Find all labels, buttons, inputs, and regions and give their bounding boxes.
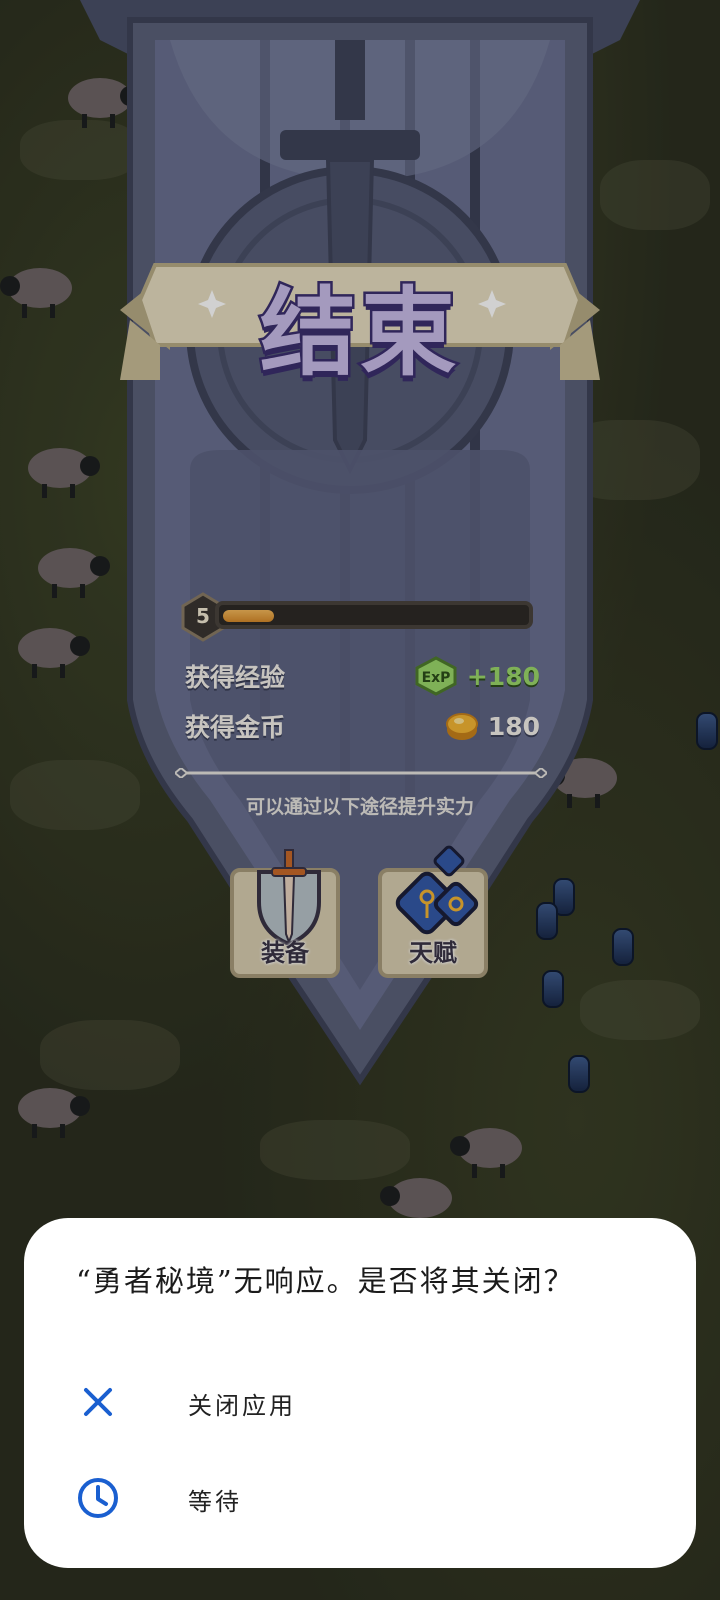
close-icon — [84, 1388, 112, 1416]
clock-icon — [78, 1478, 118, 1518]
close-app-label: 关闭应用 — [188, 1392, 296, 1420]
wait-option[interactable]: 等待 — [24, 1452, 696, 1544]
wait-label: 等待 — [188, 1488, 242, 1516]
anr-message: “勇者秘境”无响应。是否将其关闭？ — [76, 1264, 575, 1298]
close-app-option[interactable]: 关闭应用 — [24, 1356, 696, 1448]
anr-dialog: “勇者秘境”无响应。是否将其关闭？ 关闭应用 等待 — [24, 1218, 696, 1568]
game-screen: 结束 5 获得经验 ExP +180 获得金币 180 可以通过以下途径提升实力… — [0, 0, 720, 1600]
